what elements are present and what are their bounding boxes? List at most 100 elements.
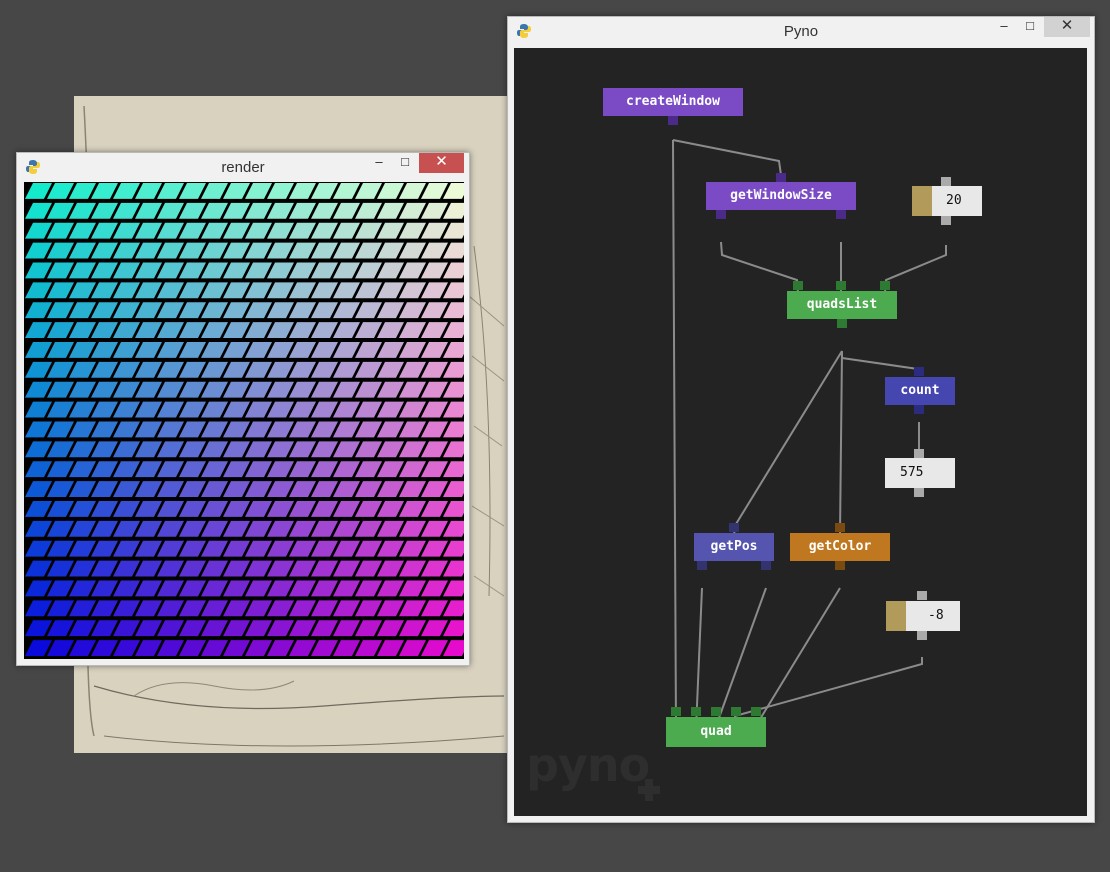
port-input[interactable] [914,367,924,376]
quad-cell [47,342,74,358]
port-input[interactable] [776,173,786,182]
render-titlebar[interactable]: render – □ ✕ [17,153,469,183]
maximize-button[interactable]: □ [395,153,415,173]
quad-cell [421,183,448,199]
field-drag-handle[interactable] [886,601,906,631]
quad-cell [91,461,118,478]
quad-cell [69,401,96,418]
port-output[interactable] [697,561,707,570]
port-input[interactable] [751,707,761,716]
minimize-button[interactable]: – [369,153,389,173]
quad-cell [311,640,338,656]
port-output[interactable] [941,216,951,225]
close-button[interactable]: ✕ [1044,17,1090,37]
port-output[interactable] [917,631,927,640]
pyno-titlebar[interactable]: Pyno – □ ✕ [508,17,1094,47]
node-count[interactable]: count [885,377,955,405]
quad-cell [355,600,382,617]
quad-cell [113,183,140,199]
quad-cell [179,242,206,259]
node-getPos[interactable]: getPos [694,533,774,561]
quad-cell [223,282,250,299]
quad-cell [223,322,250,338]
port-output[interactable] [668,116,678,125]
node-quad[interactable]: quad [666,717,766,747]
count-output-field[interactable]: 575 [885,458,955,488]
quad-cell [135,421,162,438]
quad-cell [311,520,338,537]
port-input[interactable] [729,523,739,532]
port-output[interactable] [914,405,924,414]
port-output[interactable] [716,210,726,219]
quad-cell [91,302,118,319]
quad-cell [267,520,294,537]
port-output[interactable] [835,561,845,570]
quad-cell [245,540,272,557]
quad-cell [311,540,338,557]
quad-cell [333,620,360,637]
offset-field[interactable]: -8 [886,601,960,631]
node-getColor[interactable]: getColor [790,533,890,561]
render-canvas[interactable] [24,182,470,659]
quad-cell [333,322,360,338]
quad-cell [377,202,404,219]
quad-cell [355,501,382,517]
quad-cell [69,322,96,338]
quad-cell [421,441,448,458]
field-drag-handle[interactable] [912,186,932,216]
port-output[interactable] [836,210,846,219]
quad-cell [113,501,140,517]
quad-cell [157,222,184,239]
quad-cell [157,580,184,597]
quad-cell [333,560,360,577]
quad-cell [201,560,228,577]
quad-cell [201,342,228,358]
quad-cell [421,322,448,338]
quad-cell [377,381,404,398]
quad-cell [399,441,426,458]
quad-cell [135,222,162,239]
port-output[interactable] [914,488,924,497]
node-quadsList[interactable]: quadsList [787,291,897,319]
quad-cell [399,640,426,656]
port-input[interactable] [731,707,741,716]
quad-cell [355,342,382,358]
quad-cell [421,461,448,478]
port-input[interactable] [835,523,845,532]
port-input[interactable] [671,707,681,716]
quad-cell [289,381,316,398]
quad-cell [179,640,206,656]
quad-cell [25,381,52,398]
quad-cell [421,262,448,279]
quad-cell [135,540,162,557]
size-field[interactable]: 20 [912,186,982,216]
node-editor-canvas[interactable]: pyno createWindow getWindowSize 20 quads… [514,48,1087,816]
port-input[interactable] [793,281,803,290]
quad-cell [69,481,96,497]
port-input[interactable] [836,281,846,290]
quad-cell [289,262,316,279]
quad-cell [91,381,118,398]
quad-cell [311,302,338,319]
pyno-logo-icon [638,779,660,801]
minimize-button[interactable]: – [994,17,1014,37]
quad-cell [113,222,140,239]
port-output[interactable] [837,319,847,328]
quads-grid [25,183,470,656]
quad-cell [223,441,250,458]
port-output[interactable] [761,561,771,570]
node-createWindow[interactable]: createWindow [603,88,743,116]
quad-cell [25,342,52,358]
port-input[interactable] [917,591,927,600]
close-button[interactable]: ✕ [419,153,464,173]
quad-cell [289,600,316,617]
port-input[interactable] [711,707,721,716]
quad-cell [179,441,206,458]
port-input[interactable] [880,281,890,290]
quad-cell [223,501,250,517]
node-getWindowSize[interactable]: getWindowSize [706,182,856,210]
port-input[interactable] [914,449,924,458]
port-input[interactable] [941,177,951,186]
maximize-button[interactable]: □ [1020,17,1040,37]
port-input[interactable] [691,707,701,716]
